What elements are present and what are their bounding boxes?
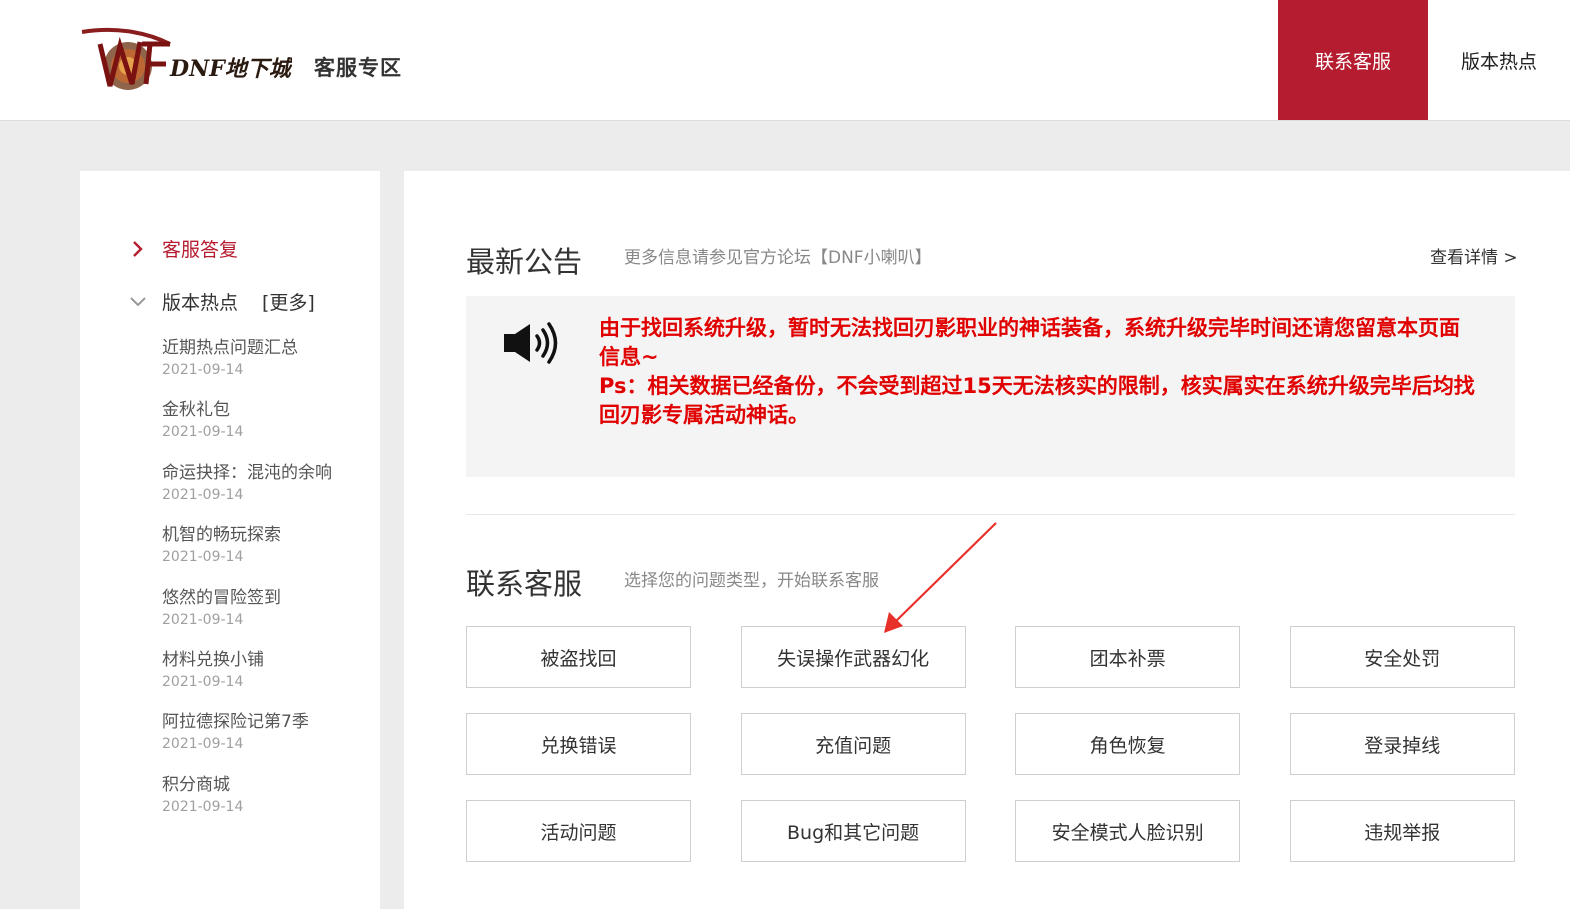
section-divider (466, 514, 1515, 515)
login-disconnect-button[interactable]: 登录掉线 (1289, 713, 1515, 775)
nav-contact-service[interactable]: 联系客服 (1278, 0, 1428, 120)
main-content: 最新公告 更多信息请参见官方论坛【DNF小喇叭】 查看详情 > 由于找回系统升级… (404, 171, 1570, 909)
security-penalty-button[interactable]: 安全处罚 (1289, 626, 1515, 688)
character-restore-button[interactable]: 角色恢复 (1015, 713, 1241, 775)
sidebar-reply-label: 客服答复 (162, 239, 239, 261)
zone-title: 客服专区 (314, 56, 402, 80)
notice-subtitle: 更多信息请参见官方论坛【DNF小喇叭】 (624, 248, 932, 268)
list-item[interactable]: 阿拉德探险记第7季 2021-09-14 (162, 710, 372, 772)
list-item-date: 2021-09-14 (162, 424, 244, 441)
list-item-date: 2021-09-14 (162, 736, 244, 753)
recharge-issue-button[interactable]: 充值问题 (740, 713, 966, 775)
notice-text: 由于找回系统升级，暂时无法找回刃影职业的神话装备，系统升级完毕时间还请您留意本页… (599, 314, 1479, 430)
violation-report-button[interactable]: 违规举报 (1289, 800, 1515, 862)
list-item-date: 2021-09-14 (162, 798, 244, 815)
list-item[interactable]: 悠然的冒险签到 2021-09-14 (162, 586, 372, 648)
list-item-date: 2021-09-14 (162, 486, 244, 503)
speaker-icon (504, 322, 558, 364)
weapon-illusion-mistake-button[interactable]: 失误操作武器幻化 (740, 626, 966, 688)
list-item-date: 2021-09-14 (162, 673, 244, 690)
more-link[interactable]: [更多] (262, 288, 315, 315)
dnf-logo[interactable]: DNF地下城与勇士 (80, 24, 292, 102)
contact-subtitle: 选择您的问题类型，开始联系客服 (624, 571, 879, 591)
svg-text:DNF地下城与勇士: DNF地下城与勇士 (169, 56, 292, 82)
exchange-error-button[interactable]: 兑换错误 (466, 713, 691, 775)
safe-mode-face-id-button[interactable]: 安全模式人脸识别 (1015, 800, 1241, 862)
event-issue-button[interactable]: 活动问题 (466, 800, 691, 862)
notice-title: 最新公告 (466, 245, 583, 279)
list-item-title: 机智的畅玩探索 (162, 525, 281, 546)
sidebar-hot-label: 版本热点 (162, 292, 239, 314)
list-item[interactable]: 材料兑换小铺 2021-09-14 (162, 648, 372, 710)
list-item[interactable]: 机智的畅玩探索 2021-09-14 (162, 523, 372, 585)
hot-topic-list: 近期热点问题汇总 2021-09-14 金秋礼包 2021-09-14 命运抉择… (162, 336, 372, 835)
list-item[interactable]: 近期热点问题汇总 2021-09-14 (162, 336, 372, 398)
notice-line-1: 由于找回系统升级，暂时无法找回刃影职业的神话装备，系统升级完毕时间还请您留意本页… (599, 316, 1460, 369)
notice-box: 由于找回系统升级，暂时无法找回刃影职业的神话装备，系统升级完毕时间还请您留意本页… (466, 296, 1515, 477)
list-item-title: 金秋礼包 (162, 400, 230, 421)
list-item-date: 2021-09-14 (162, 611, 244, 628)
list-item-title: 积分商城 (162, 774, 230, 795)
list-item-date: 2021-09-14 (162, 549, 244, 566)
list-item-title: 近期热点问题汇总 (162, 338, 298, 358)
list-item[interactable]: 命运抉择：混沌的余响 2021-09-14 (162, 461, 372, 523)
view-details-link[interactable]: 查看详情 > (1430, 243, 1518, 268)
list-item-title: 悠然的冒险签到 (162, 587, 281, 608)
bug-other-button[interactable]: Bug和其它问题 (740, 800, 966, 862)
list-item-title: 命运抉择：混沌的余响 (162, 462, 332, 483)
issue-type-grid: 被盗找回 失误操作武器幻化 团本补票 安全处罚 兑换错误 充值问题 角色恢复 登… (466, 626, 1515, 862)
list-item[interactable]: 金秋礼包 2021-09-14 (162, 398, 372, 460)
list-item-date: 2021-09-14 (162, 362, 244, 378)
chevron-down-icon (128, 296, 148, 308)
list-item-title: 材料兑换小铺 (162, 649, 264, 670)
raid-ticket-button[interactable]: 团本补票 (1015, 626, 1241, 688)
list-item[interactable]: 积分商城 2021-09-14 (162, 773, 372, 835)
stolen-recovery-button[interactable]: 被盗找回 (466, 626, 691, 688)
sidebar-item-version-hot[interactable]: 版本热点 [更多] (128, 288, 315, 315)
contact-title: 联系客服 (466, 567, 583, 601)
sidebar-item-reply[interactable]: 客服答复 (128, 235, 238, 262)
chevron-right-icon (128, 240, 148, 258)
nav-version-hot[interactable]: 版本热点 (1428, 0, 1570, 120)
notice-line-2: Ps：相关数据已经备份，不会受到超过15天无法核实的限制，核实属实在系统升级完毕… (599, 374, 1475, 427)
sidebar: 客服答复 版本热点 [更多] 近期热点问题汇总 2021-09-14 金秋礼包 … (80, 171, 380, 909)
site-header: DNF地下城与勇士 客服专区 联系客服 版本热点 (0, 0, 1570, 121)
list-item-title: 阿拉德探险记第7季 (162, 712, 309, 733)
